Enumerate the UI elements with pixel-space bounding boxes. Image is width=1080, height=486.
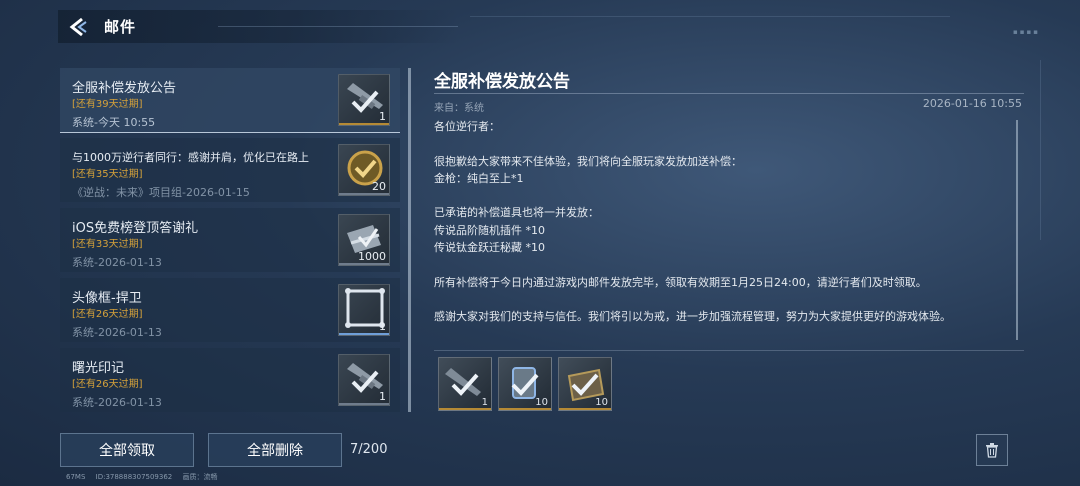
mail-body-line: 感谢大家对我们的支持与信任。我们将引以为戒，进一步加强流程管理，努力为大家提供更… [434,310,951,324]
mail-body-line: 传说品阶随机插件 *10 [434,223,545,237]
mail-body-line: 各位逆行者： [434,120,500,133]
rarity-bar [339,263,389,265]
trash-icon [986,443,998,458]
mail-item-attachment: 20 [338,144,390,196]
mail-item-meta: 《逆战：未来》项目组-2026-01-15 [72,186,250,199]
back-button[interactable] [58,10,98,43]
hud-line-right [1040,60,1041,240]
hud-line-top [470,16,950,17]
mail-item-attachment: 1 [338,74,390,126]
mail-item-expiry: [还有26天过期] [72,309,143,320]
mail-item-meta: 系统-2026-01-13 [72,396,162,409]
mail-list[interactable]: 全服补偿发放公告 [还有39天过期] 系统-今天 10:55 1 与1000万逆行者同行… [60,68,400,412]
mail-item-title: 曙光印记 [72,361,125,376]
mail-count: 7/200 [350,442,388,457]
mail-body: 各位逆行者： 很抱歉给大家带来不佳体验，我们将向全服玩家发放加送补偿： 金枪：纯白至… [434,118,1014,326]
rarity-bar [339,403,389,405]
page-title: 邮件 [104,18,137,36]
ping-label: 67MS [66,473,86,481]
attachment-count: 20 [372,180,386,193]
mail-body-line: 很抱歉给大家带来不佳体验，我们将向全服玩家发放加送补偿： [434,154,742,168]
attachment-count: 1000 [358,250,386,263]
delete-mail-button[interactable] [976,434,1008,466]
claim-all-button[interactable]: 全部领取 [60,433,194,467]
delete-all-button[interactable]: 全部删除 [208,433,342,467]
mail-sender: 来自：系统 [434,103,484,114]
mail-body-line: 传说钛金跃迁秘藏 *10 [434,241,545,255]
mail-item-title: 与1000万逆行者同行：感谢并肩，优化已在路上 [72,151,309,164]
header-decoration [218,26,458,27]
mail-body-scrollbar[interactable] [1016,120,1018,340]
mail-body-line: 金枪：纯白至上*1 [434,171,524,185]
corner-decoration: ▪▪▪▪ [1013,28,1040,36]
mail-item-expiry: [还有39天过期] [72,99,143,110]
mail-item-expiry: [还有35天过期] [72,169,143,180]
player-id: ID:378888307509362 [95,473,173,481]
mail-item-attachment: 1000 [338,214,390,266]
detail-divider [434,93,1024,94]
header-bar: 邮件 [58,10,458,43]
attachment-count: 1 [379,390,386,403]
reward-item[interactable]: 10 [558,357,612,411]
mail-item-meta: 系统-2026-01-13 [72,326,162,339]
mail-list-item[interactable]: 全服补偿发放公告 [还有39天过期] 系统-今天 10:55 1 [60,68,400,133]
mail-list-item[interactable]: 曙光印记 [还有26天过期] 系统-2026-01-13 1 [60,348,400,412]
rarity-bar [339,333,389,335]
rarity-bar [339,123,389,125]
reward-count: 10 [535,397,548,408]
mail-item-expiry: [还有26天过期] [72,379,143,390]
mail-item-meta: 系统-2026-01-13 [72,256,162,269]
reward-divider [434,350,1024,351]
rarity-bar [339,193,389,195]
attachment-count: 1 [379,110,386,123]
reward-count: 10 [595,397,608,408]
mail-item-expiry: [还有33天过期] [72,239,143,250]
mail-item-title: iOS免费榜登顶答谢礼 [72,221,199,236]
attachment-count: 1 [379,320,386,333]
rarity-bar [559,408,611,410]
rarity-bar [499,408,551,410]
quality-label: 画质：流畅 [182,473,218,481]
mail-date: 2026-01-16 10:55 [922,97,1022,110]
mail-item-title: 头像框-捍卫 [72,291,142,306]
mail-list-item[interactable]: 与1000万逆行者同行：感谢并肩，优化已在路上 [还有35天过期] 《逆战：未来》项… [60,138,400,202]
mail-item-meta: 系统-今天 10:55 [72,116,156,129]
rarity-bar [439,408,491,410]
mail-detail-title: 全服补偿发放公告 [434,72,570,92]
status-footer: 67MS ID:378888307509362 画质：流畅 [66,472,225,482]
mail-item-title: 全服补偿发放公告 [72,81,177,96]
mail-body-line: 所有补偿将于今日内通过游戏内邮件发放完毕，领取有效期至1月25日24:00，请逆… [434,275,927,289]
mail-list-item[interactable]: 头像框-捍卫 [还有26天过期] 系统-2026-01-13 1 [60,278,400,342]
reward-item[interactable]: 1 [438,357,492,411]
back-chevron-icon [69,17,87,36]
mail-item-attachment: 1 [338,284,390,336]
mail-list-item[interactable]: iOS免费榜登顶答谢礼 [还有33天过期] 系统-2026-01-13 1000 [60,208,400,272]
reward-item[interactable]: 10 [498,357,552,411]
mail-body-line: 已承诺的补偿道具也将一并发放： [434,206,599,220]
reward-count: 1 [481,397,488,408]
mail-item-attachment: 1 [338,354,390,406]
mail-list-scrollbar[interactable] [408,68,411,412]
